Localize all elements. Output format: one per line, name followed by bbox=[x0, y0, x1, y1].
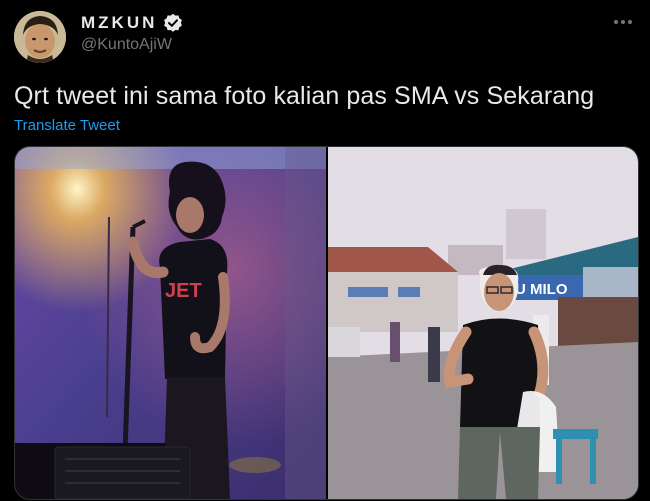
display-name[interactable]: MZKUN bbox=[81, 13, 157, 33]
translate-tweet-link[interactable]: Translate Tweet bbox=[14, 117, 120, 134]
photo-concert[interactable]: JET bbox=[15, 147, 326, 499]
more-options-icon[interactable] bbox=[610, 12, 636, 32]
tweet-text: Qrt tweet ini sama foto kalian pas SMA v… bbox=[14, 82, 595, 110]
photo-street[interactable]: U MILO bbox=[328, 147, 638, 499]
media-grid: JET U MILO bbox=[14, 146, 639, 500]
verified-badge-icon bbox=[163, 13, 183, 33]
avatar-image bbox=[14, 11, 66, 63]
shirt-print: JET bbox=[165, 280, 202, 302]
avatar[interactable] bbox=[14, 11, 66, 63]
stall-sign-text: U MILO bbox=[515, 281, 568, 298]
user-handle[interactable]: @KuntoAjiW bbox=[81, 36, 172, 54]
